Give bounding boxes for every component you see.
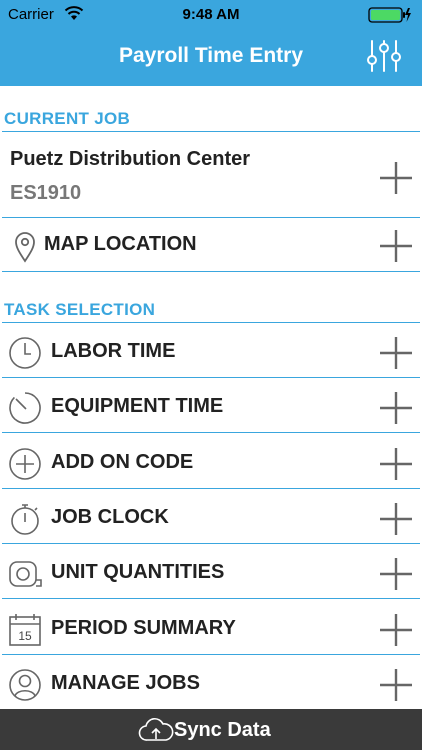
user-icon (9, 669, 41, 701)
status-time: 9:48 AM (182, 6, 240, 23)
divider (2, 271, 420, 272)
task-equipment-time[interactable]: EQUIPMENT TIME (0, 380, 422, 434)
task-labor-time[interactable]: LABOR TIME (0, 325, 422, 379)
divider (2, 377, 420, 378)
divider (2, 654, 420, 655)
divider (2, 488, 420, 489)
plus-icon[interactable] (378, 667, 414, 703)
plus-icon[interactable] (378, 335, 414, 371)
task-label: PERIOD SUMMARY (51, 617, 236, 639)
job-name: Puetz Distribution Center (10, 148, 251, 170)
sliders-icon[interactable] (364, 38, 404, 74)
divider (2, 598, 420, 599)
status-bar: Carrier 9:48 AM (0, 0, 422, 30)
page-title: Payroll Time Entry (118, 44, 304, 67)
add-job-button[interactable] (378, 160, 414, 196)
plus-icon[interactable] (378, 390, 414, 426)
current-job-heading: CURRENT JOB (4, 109, 131, 128)
task-label: EQUIPMENT TIME (51, 395, 224, 417)
divider (2, 543, 420, 544)
divider (2, 131, 420, 132)
divider (2, 432, 420, 433)
calendar-day: 15 (18, 629, 32, 643)
plus-icon[interactable] (378, 501, 414, 537)
job-code: ES1910 (10, 182, 82, 204)
task-label: JOB CLOCK (51, 506, 169, 528)
task-selection-heading: TASK SELECTION (4, 300, 156, 319)
task-label: MANAGE JOBS (51, 672, 200, 694)
map-location-row[interactable]: MAP LOCATION (0, 218, 422, 272)
timer-icon (9, 392, 41, 424)
map-location-label: MAP LOCATION (44, 233, 197, 255)
plus-circle-icon (9, 448, 41, 480)
plus-icon[interactable] (378, 556, 414, 592)
sync-data-label: Sync Data (174, 719, 271, 741)
task-manage-jobs[interactable]: MANAGE JOBS (0, 657, 422, 711)
tape-measure-icon (9, 561, 42, 587)
task-label: ADD ON CODE (51, 451, 194, 473)
clock-icon (9, 337, 41, 369)
map-pin-icon (15, 232, 35, 263)
task-label: LABOR TIME (51, 340, 176, 362)
map-location-plus-icon[interactable] (378, 228, 414, 264)
stopwatch-icon (11, 504, 39, 535)
task-add-on-code[interactable]: ADD ON CODE (0, 436, 422, 490)
divider (2, 322, 420, 323)
cloud-upload-icon (138, 718, 174, 741)
plus-icon[interactable] (378, 612, 414, 648)
header: Carrier 9:48 AM Payroll Time Entry (0, 0, 422, 86)
sync-data-button[interactable]: Sync Data (0, 709, 422, 750)
task-unit-quantities[interactable]: UNIT QUANTITIES (0, 546, 422, 600)
task-job-clock[interactable]: JOB CLOCK (0, 491, 422, 545)
task-label: UNIT QUANTITIES (51, 561, 225, 583)
plus-icon[interactable] (378, 446, 414, 482)
battery-icon (368, 7, 411, 23)
calendar-icon: 15 (9, 614, 41, 646)
task-period-summary[interactable]: 15 PERIOD SUMMARY (0, 602, 422, 656)
